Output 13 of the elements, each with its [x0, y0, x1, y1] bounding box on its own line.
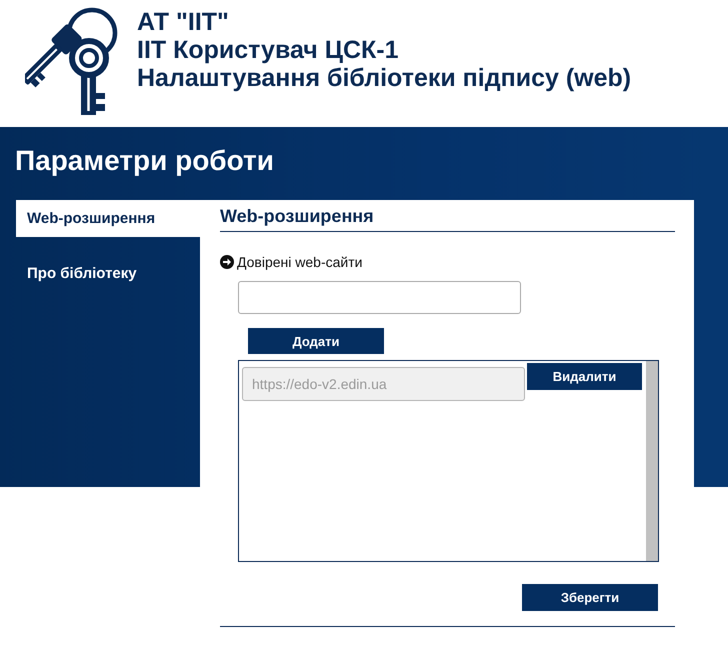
header-title: АТ "ІІТ" [137, 8, 230, 36]
section-label: Довірені web-сайти [237, 254, 362, 270]
header-title: Налаштування бібліотеки підпису (web) [137, 64, 632, 92]
header-title: ІІТ Користувач ЦСК-1 [137, 36, 400, 64]
site-input-field[interactable] [238, 281, 521, 314]
page-title: Параметри роботи [15, 144, 274, 178]
sidebar-tab[interactable]: Про бібліотеку [16, 255, 200, 292]
panel-heading: Web-розширення [220, 200, 675, 232]
save-button[interactable]: Зберегти [522, 584, 658, 611]
arrow-circle-icon [220, 255, 234, 269]
scrollbar-track[interactable] [646, 361, 658, 561]
add-button[interactable]: Додати [248, 328, 384, 354]
sidebar-tab[interactable]: Web-розширення [16, 200, 200, 237]
